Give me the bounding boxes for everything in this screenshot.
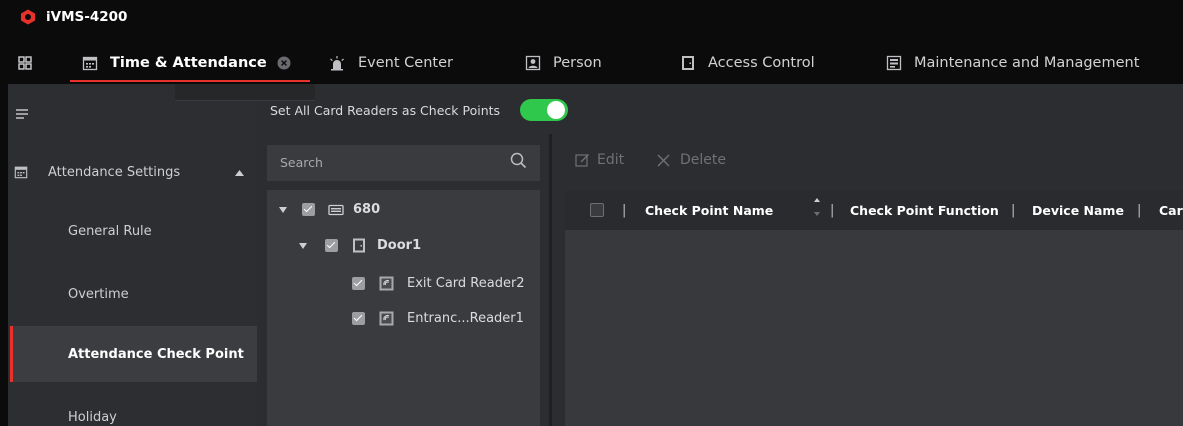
module-grid-icon[interactable]	[18, 56, 32, 70]
calendar-icon	[14, 165, 28, 179]
server-icon	[886, 55, 902, 71]
expand-caret-icon[interactable]	[279, 206, 287, 213]
sidebar-item-holiday[interactable]: Holiday	[0, 398, 257, 426]
edit-button[interactable]: Edit	[575, 152, 624, 168]
select-all-checkbox[interactable]	[590, 203, 604, 217]
column-header-card[interactable]: Car	[1159, 203, 1183, 218]
delete-label: Delete	[680, 152, 726, 168]
set-all-checkpoints-label: Set All Card Readers as Check Points	[270, 103, 501, 118]
tree-node-card-reader[interactable]: Entranc...Reader1	[352, 311, 524, 326]
delete-button[interactable]: Delete	[657, 152, 726, 168]
sidebar-group-label: Attendance Settings	[48, 164, 181, 180]
tree-node-door[interactable]: Door1	[299, 238, 421, 253]
tree-node-device[interactable]: 680	[279, 202, 380, 217]
tree-node-label: 680	[353, 202, 381, 217]
collapse-caret-icon[interactable]	[235, 170, 244, 176]
title-bar	[0, 0, 1183, 42]
app-logo-icon	[20, 9, 36, 25]
app-title: iVMS-4200	[46, 9, 128, 25]
column-header-device-name[interactable]: Device Name	[1032, 203, 1124, 218]
person-card-icon	[525, 55, 541, 71]
column-separator: |	[1011, 203, 1016, 218]
column-separator: |	[622, 203, 627, 218]
active-tab-indicator	[70, 80, 310, 82]
card-reader-icon	[379, 276, 394, 291]
tree-node-checkbox[interactable]	[352, 277, 365, 290]
expand-caret-icon[interactable]	[299, 242, 307, 249]
tab-maintenance-management[interactable]: Maintenance and Management	[886, 42, 1139, 84]
tab-label: Time & Attendance	[110, 55, 267, 71]
tab-label: Maintenance and Management	[914, 55, 1140, 71]
column-header-check-point-function[interactable]: Check Point Function	[850, 203, 999, 218]
sort-icon[interactable]	[813, 196, 821, 218]
tab-person[interactable]: Person	[525, 42, 602, 84]
checkpoint-table-body	[565, 230, 1183, 426]
search-placeholder: Search	[280, 155, 323, 170]
tree-node-checkbox[interactable]	[352, 312, 365, 325]
tab-access-control[interactable]: Access Control	[680, 42, 815, 84]
sidebar-item-overtime[interactable]: Overtime	[0, 274, 257, 314]
card-reader-icon	[379, 311, 394, 326]
calendar-icon	[82, 55, 98, 71]
edit-label: Edit	[597, 152, 625, 168]
edit-icon	[575, 153, 590, 168]
device-icon	[328, 204, 344, 216]
sidebar-group-attendance-settings[interactable]: Attendance Settings	[0, 151, 257, 193]
tree-node-label: Entranc...Reader1	[407, 311, 524, 326]
toggle-knob	[547, 101, 565, 119]
active-item-indicator	[10, 326, 13, 382]
tab-close-icon[interactable]	[277, 56, 291, 70]
sidebar-item-general-rule[interactable]: General Rule	[0, 211, 257, 251]
alarm-light-icon	[328, 55, 346, 71]
tree-node-checkbox[interactable]	[325, 239, 338, 252]
tab-label: Access Control	[708, 55, 815, 71]
tab-label: Event Center	[358, 55, 453, 71]
device-tree	[267, 190, 540, 426]
door-icon	[352, 238, 366, 253]
door-icon	[680, 55, 696, 71]
tab-label: Person	[553, 55, 602, 71]
tab-time-attendance[interactable]: Time & Attendance	[70, 42, 310, 84]
tab-event-center[interactable]: Event Center	[328, 42, 453, 84]
column-separator: |	[1137, 203, 1142, 218]
tab-dropdown-edge	[175, 84, 315, 101]
column-header-check-point-name[interactable]: Check Point Name	[645, 203, 773, 218]
menu-collapse-icon[interactable]	[15, 108, 29, 120]
column-separator: |	[830, 203, 835, 218]
tree-node-card-reader[interactable]: Exit Card Reader2	[352, 276, 525, 291]
tree-node-label: Exit Card Reader2	[407, 276, 525, 291]
search-icon[interactable]	[510, 152, 527, 169]
sidebar-item-attendance-check-point[interactable]: Attendance Check Point	[10, 326, 257, 382]
close-icon	[657, 154, 670, 167]
tree-node-checkbox[interactable]	[302, 203, 315, 216]
tree-node-label: Door1	[377, 238, 422, 253]
